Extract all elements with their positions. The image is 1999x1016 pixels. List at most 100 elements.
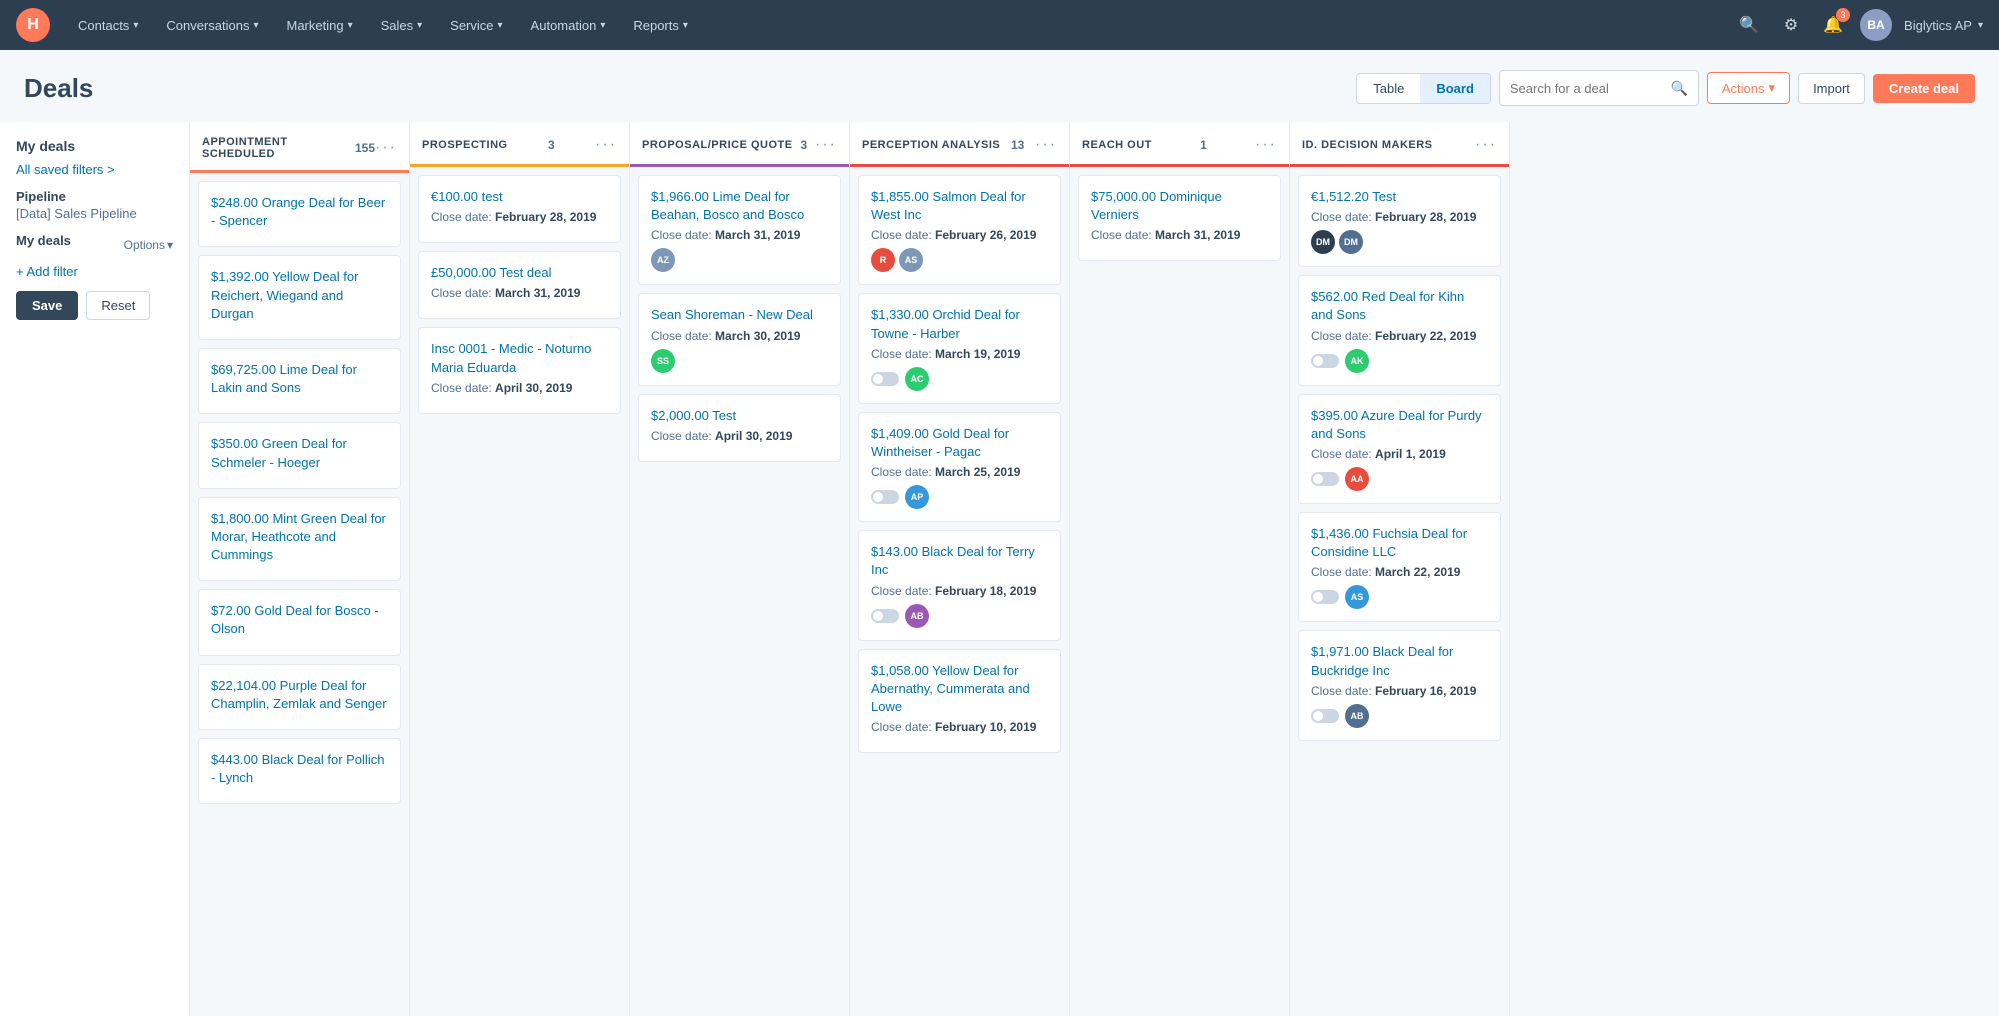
options-button[interactable]: Options ▾: [124, 238, 173, 252]
column-header-reachout: REACH OUT 1 ···: [1070, 122, 1289, 167]
chevron-down-icon: ▾: [348, 20, 353, 31]
column-menu-dots[interactable]: ···: [815, 136, 837, 154]
chevron-down-icon: ▾: [253, 20, 258, 31]
add-filter-link[interactable]: + Add filter: [16, 264, 173, 279]
deal-avatar: DM: [1339, 230, 1363, 254]
my-deals-label: My deals: [16, 233, 71, 248]
column-header-perception: PERCEPTION ANALYSIS 13 ···: [850, 122, 1069, 167]
deal-card[interactable]: $1,800.00 Mint Green Deal for Morar, Hea…: [198, 497, 401, 582]
deal-card[interactable]: $562.00 Red Deal for Kihn and Sons Close…: [1298, 275, 1501, 385]
search-deal-box: 🔍: [1499, 70, 1699, 106]
deal-card[interactable]: €1,512.20 Test Close date: February 28, …: [1298, 175, 1501, 267]
deal-card[interactable]: $1,966.00 Lime Deal for Beahan, Bosco an…: [638, 175, 841, 285]
chevron-down-icon: ▾: [498, 20, 503, 31]
reset-filter-button[interactable]: Reset: [86, 291, 150, 320]
chevron-down-icon: ▾: [167, 238, 173, 252]
column-menu-dots[interactable]: ···: [375, 139, 397, 157]
chevron-down-icon: ▾: [683, 20, 688, 31]
deal-card[interactable]: $2,000.00 Test Close date: April 30, 201…: [638, 394, 841, 462]
deal-card[interactable]: Sean Shoreman - New Deal Close date: Mar…: [638, 293, 841, 385]
deal-card[interactable]: $248.00 Orange Deal for Beer - Spencer: [198, 181, 401, 247]
chevron-down-icon: ▾: [133, 20, 138, 31]
deal-card[interactable]: $1,409.00 Gold Deal for Wintheiser - Pag…: [858, 412, 1061, 522]
column-cards-prospecting: €100.00 test Close date: February 28, 20…: [410, 167, 629, 1016]
board-columns: APPOINTMENT SCHEDULED 155 ··· $248.00 Or…: [190, 122, 1510, 1016]
notifications-icon[interactable]: 🔔 3: [1818, 10, 1848, 40]
deal-card[interactable]: $22,104.00 Purple Deal for Champlin, Zem…: [198, 664, 401, 730]
board-view-button[interactable]: Board: [1420, 74, 1490, 103]
column-header-proposal: PROPOSAL/PRICE QUOTE 3 ···: [630, 122, 849, 167]
save-filter-button[interactable]: Save: [16, 291, 78, 320]
deal-avatar: DM: [1311, 230, 1335, 254]
nav-contacts[interactable]: Contacts ▾: [66, 12, 150, 39]
table-view-button[interactable]: Table: [1357, 74, 1420, 103]
import-button[interactable]: Import: [1798, 73, 1865, 104]
deal-card[interactable]: $72.00 Gold Deal for Bosco - Olson: [198, 589, 401, 655]
column-cards-appointment: $248.00 Orange Deal for Beer - Spencer $…: [190, 173, 409, 1016]
toggle-off-icon: [871, 490, 899, 504]
search-icon[interactable]: 🔍: [1734, 10, 1764, 40]
deal-card[interactable]: $69,725.00 Lime Deal for Lakin and Sons: [198, 348, 401, 414]
deal-card[interactable]: $1,392.00 Yellow Deal for Reichert, Wieg…: [198, 255, 401, 340]
deal-avatar: R: [871, 248, 895, 272]
all-saved-filters-link[interactable]: All saved filters >: [16, 162, 173, 177]
column-menu-dots[interactable]: ···: [1475, 136, 1497, 154]
deal-card[interactable]: $1,330.00 Orchid Deal for Towne - Harber…: [858, 293, 1061, 403]
deal-card[interactable]: $1,436.00 Fuchsia Deal for Considine LLC…: [1298, 512, 1501, 622]
page-title: Deals: [24, 73, 93, 104]
nav-marketing[interactable]: Marketing ▾: [274, 12, 364, 39]
pipeline-label: Pipeline: [16, 189, 173, 204]
deal-card[interactable]: $350.00 Green Deal for Schmeler - Hoeger: [198, 422, 401, 488]
nav-sales[interactable]: Sales ▾: [369, 12, 435, 39]
deal-avatar: AP: [905, 485, 929, 509]
toggle-off-icon: [1311, 590, 1339, 604]
deal-card[interactable]: $143.00 Black Deal for Terry Inc Close d…: [858, 530, 1061, 640]
deal-avatar: AB: [905, 604, 929, 628]
deal-avatar: SS: [651, 349, 675, 373]
nav-reports[interactable]: Reports ▾: [621, 12, 700, 39]
column-cards-proposal: $1,966.00 Lime Deal for Beahan, Bosco an…: [630, 167, 849, 1016]
user-avatar[interactable]: BA: [1860, 9, 1892, 41]
column-prospecting: PROSPECTING 3 ··· €100.00 test Close dat…: [410, 122, 630, 1016]
search-deal-input[interactable]: [1510, 81, 1665, 96]
settings-icon[interactable]: ⚙: [1776, 10, 1806, 40]
deal-card[interactable]: $75,000.00 Dominique Verniers Close date…: [1078, 175, 1281, 261]
nav-service[interactable]: Service ▾: [438, 12, 514, 39]
deal-card[interactable]: $395.00 Azure Deal for Purdy and Sons Cl…: [1298, 394, 1501, 504]
column-header-prospecting: PROSPECTING 3 ···: [410, 122, 629, 167]
toggle-off-icon: [1311, 354, 1339, 368]
deal-card[interactable]: £50,000.00 Test deal Close date: March 3…: [418, 251, 621, 319]
sidebar-title: My deals: [16, 138, 173, 154]
notification-badge: 3: [1836, 8, 1850, 22]
column-menu-dots[interactable]: ···: [1035, 136, 1057, 154]
deal-card[interactable]: $443.00 Black Deal for Pollich - Lynch: [198, 738, 401, 804]
deal-card[interactable]: $1,971.00 Black Deal for Buckridge Inc C…: [1298, 630, 1501, 740]
deal-avatar: AC: [905, 367, 929, 391]
user-menu[interactable]: Biglytics AP ▾: [1904, 18, 1983, 33]
column-menu-dots[interactable]: ···: [595, 136, 617, 154]
header-controls: Table Board 🔍 Actions ▾ Import Create de…: [1356, 70, 1975, 106]
topnav-right-section: 🔍 ⚙ 🔔 3 BA Biglytics AP ▾: [1734, 9, 1983, 41]
deal-avatar: AS: [1345, 585, 1369, 609]
my-deals-row: My deals Options ▾: [16, 233, 173, 256]
chevron-down-icon: ▾: [417, 20, 422, 31]
nav-conversations[interactable]: Conversations ▾: [154, 12, 270, 39]
toggle-off-icon: [1311, 709, 1339, 723]
chevron-down-icon: ▾: [600, 20, 605, 31]
search-icon: 🔍: [1670, 80, 1687, 97]
actions-button[interactable]: Actions ▾: [1707, 72, 1790, 104]
deal-card[interactable]: $1,855.00 Salmon Deal for West Inc Close…: [858, 175, 1061, 285]
deal-card[interactable]: $1,058.00 Yellow Deal for Abernathy, Cum…: [858, 649, 1061, 754]
create-deal-button[interactable]: Create deal: [1873, 74, 1975, 103]
deal-card[interactable]: Insc 0001 - Medic - Noturno Maria Eduard…: [418, 327, 621, 413]
column-header-appointment: APPOINTMENT SCHEDULED 155 ···: [190, 122, 409, 173]
filter-actions: Save Reset: [16, 291, 173, 320]
deal-card[interactable]: €100.00 test Close date: February 28, 20…: [418, 175, 621, 243]
toggle-off-icon: [1311, 472, 1339, 486]
toggle-off-icon: [871, 372, 899, 386]
column-menu-dots[interactable]: ···: [1255, 136, 1277, 154]
column-cards-perception: $1,855.00 Salmon Deal for West Inc Close…: [850, 167, 1069, 1016]
nav-automation[interactable]: Automation ▾: [519, 12, 618, 39]
page-header: Deals Table Board 🔍 Actions ▾ Import Cre…: [0, 50, 1999, 122]
hubspot-logo[interactable]: H: [16, 8, 50, 42]
